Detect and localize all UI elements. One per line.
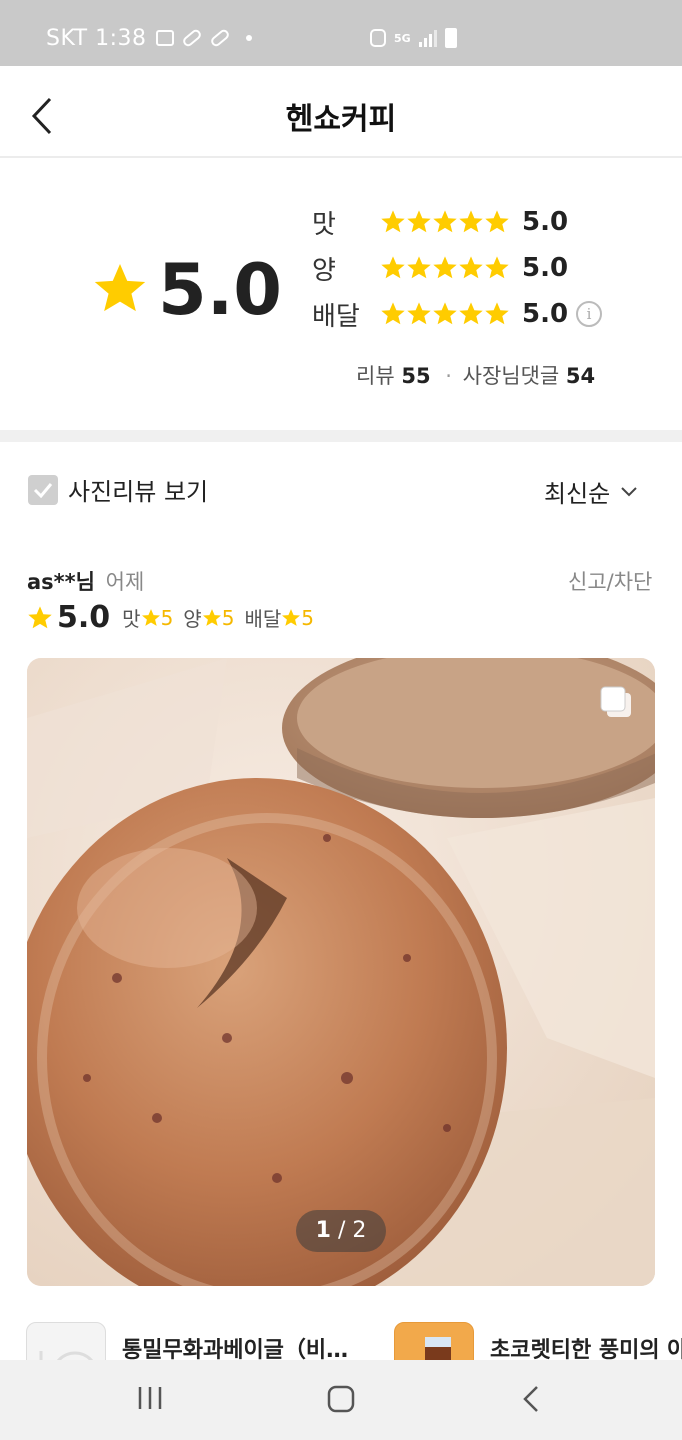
- review-photo[interactable]: [27, 658, 655, 1286]
- rating-label: 배달: [312, 301, 360, 332]
- review-label: 리뷰: [356, 364, 395, 388]
- photo-review-toggle[interactable]: 사진리뷰 보기: [28, 472, 208, 507]
- rating-row-amount: 양 5.0: [312, 248, 568, 288]
- pill-icon: [181, 27, 203, 49]
- report-block-button[interactable]: 신고/차단: [568, 566, 652, 596]
- star-icon: [407, 210, 431, 233]
- star-icon: [459, 256, 483, 279]
- star-icon: [282, 608, 301, 626]
- review-count: 55: [401, 364, 431, 388]
- star-icon: [485, 210, 509, 233]
- star-icon: [381, 256, 405, 279]
- gallery-icon: [156, 30, 174, 46]
- delivery-label: 배달: [244, 607, 282, 631]
- star-icon: [202, 608, 221, 626]
- page-title: 헨쇼커피: [285, 102, 397, 137]
- overall-score: 5.0: [158, 249, 283, 331]
- star-icon: [485, 302, 509, 325]
- star-icon: [485, 256, 509, 279]
- pill-icon: [209, 27, 231, 49]
- pager-total: 2: [352, 1218, 367, 1243]
- review-date: 어제: [105, 570, 145, 594]
- rating-row-delivery: 배달 5.0 i: [312, 294, 603, 334]
- star-icon: [459, 302, 483, 325]
- multi-photo-icon: [600, 686, 631, 717]
- star-icon: [407, 256, 431, 279]
- pager-separator: /: [330, 1218, 353, 1243]
- amount-value: 5: [221, 605, 235, 630]
- star-icon: [459, 210, 483, 233]
- check-icon[interactable]: [28, 474, 58, 505]
- more-dot-icon: [246, 35, 252, 41]
- star-icon: [433, 302, 457, 325]
- taste-value: 5: [160, 605, 174, 630]
- author-name: as**님: [27, 570, 95, 594]
- review-author: as**님 어제: [27, 566, 144, 596]
- home-icon[interactable]: [326, 1384, 356, 1414]
- notification-icons: [156, 27, 252, 49]
- rating-value: 5.0: [522, 207, 569, 237]
- alarm-icon: [370, 29, 386, 47]
- signal-icon: [418, 29, 437, 47]
- photo-pager: 1 / 2: [296, 1210, 386, 1252]
- bagel-photo: [27, 658, 655, 1286]
- count-separator: ·: [445, 364, 452, 388]
- amount-label: 양: [183, 607, 202, 631]
- battery-icon: [444, 28, 457, 48]
- photo-review-label: 사진리뷰 보기: [68, 478, 209, 506]
- pager-current: 1: [315, 1218, 331, 1243]
- star-icon: [381, 210, 405, 233]
- info-icon[interactable]: i: [576, 301, 603, 327]
- star-icon: [433, 210, 457, 233]
- rating-label: 맛: [312, 209, 336, 240]
- sort-label: 최신순: [544, 480, 611, 508]
- star-icon: [433, 256, 457, 279]
- delivery-value: 5: [301, 605, 314, 630]
- status-bar: SKT 1:38 5G: [0, 0, 682, 66]
- star-icon: [28, 605, 52, 628]
- rating-row-taste: 맛 5.0: [312, 202, 568, 242]
- star-icon: [94, 264, 146, 312]
- sort-dropdown[interactable]: 최신순: [544, 474, 638, 509]
- star-rating: [380, 301, 510, 327]
- star-rating: [380, 209, 510, 235]
- reply-count: 54: [565, 364, 596, 388]
- back-icon[interactable]: [520, 1384, 544, 1414]
- chevron-down-icon: [621, 486, 637, 496]
- rating-value: 5.0: [522, 299, 569, 329]
- taste-label: 맛: [122, 607, 141, 631]
- star-icon: [381, 302, 405, 325]
- rating-label: 양: [312, 255, 336, 286]
- review-counts: 리뷰 55 · 사장님댓글 54: [356, 360, 595, 390]
- reply-label: 사장님댓글: [462, 364, 560, 388]
- system-icons: 5G: [370, 28, 457, 48]
- review-rating-line: 5.0 맛 5 양 5 배달 5: [27, 600, 324, 635]
- recent-apps-icon[interactable]: [136, 1384, 164, 1412]
- network-label: 5G: [394, 31, 411, 45]
- review-score: 5.0: [57, 600, 111, 635]
- star-icon: [407, 302, 431, 325]
- star-icon: [141, 608, 160, 626]
- star-rating: [380, 255, 510, 281]
- rating-value: 5.0: [522, 253, 569, 283]
- carrier-time: SKT 1:38: [46, 26, 147, 51]
- section-divider: [0, 430, 682, 442]
